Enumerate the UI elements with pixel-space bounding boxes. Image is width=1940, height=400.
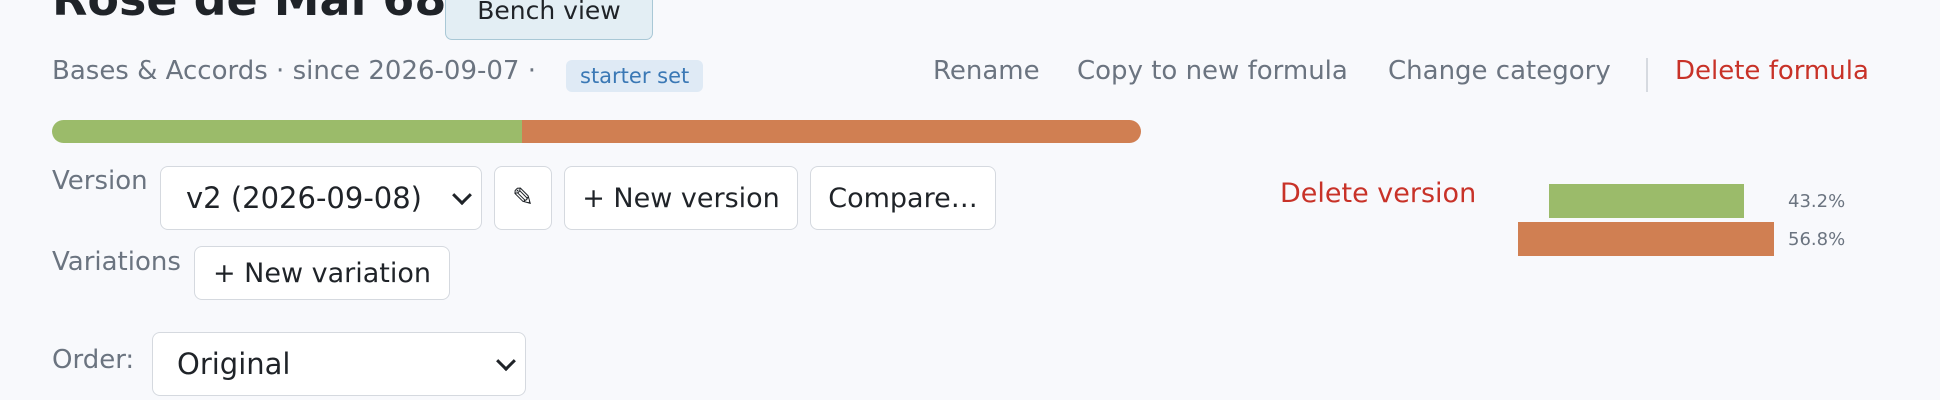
edit-version-button[interactable]: ✎ — [494, 166, 552, 230]
delete-version-link[interactable]: Delete version — [1280, 178, 1476, 209]
formula-meta: Bases & Accords · since 2026-09-07 · — [52, 56, 536, 86]
chevron-down-icon — [496, 351, 516, 372]
delete-formula-link[interactable]: Delete formula — [1675, 56, 1869, 86]
chevron-down-icon — [452, 185, 472, 206]
compare-button[interactable]: Compare… — [810, 166, 996, 230]
page-title: Rose de Mai 68 — [52, 0, 446, 26]
ratio-segment-green — [52, 120, 523, 143]
bench-view-button[interactable]: Bench view — [445, 0, 653, 40]
composition-ratio-bar — [52, 120, 1141, 143]
composition-percent-green: 43.2% — [1788, 191, 1846, 212]
composition-percent-orange: 56.8% — [1788, 229, 1846, 250]
version-select-value: v2 (2026-09-08) — [186, 181, 422, 215]
composition-bar-orange — [1518, 222, 1774, 256]
actions-divider — [1646, 58, 1648, 92]
variations-label: Variations — [52, 247, 181, 277]
ratio-segment-orange — [522, 120, 1141, 143]
pencil-icon: ✎ — [512, 183, 534, 213]
order-label: Order: — [52, 345, 135, 375]
composition-bar-green — [1548, 184, 1744, 218]
version-select[interactable]: v2 (2026-09-08) — [160, 166, 482, 230]
new-variation-button[interactable]: + New variation — [194, 246, 450, 300]
tag-badge: starter set — [566, 60, 704, 92]
new-version-button[interactable]: + New version — [564, 166, 798, 230]
rename-link[interactable]: Rename — [933, 56, 1040, 86]
order-select-value: Original — [177, 347, 291, 381]
order-select[interactable]: Original — [152, 332, 526, 396]
version-label: Version — [52, 166, 148, 196]
change-category-link[interactable]: Change category — [1388, 56, 1611, 86]
copy-to-new-formula-link[interactable]: Copy to new formula — [1077, 56, 1348, 86]
